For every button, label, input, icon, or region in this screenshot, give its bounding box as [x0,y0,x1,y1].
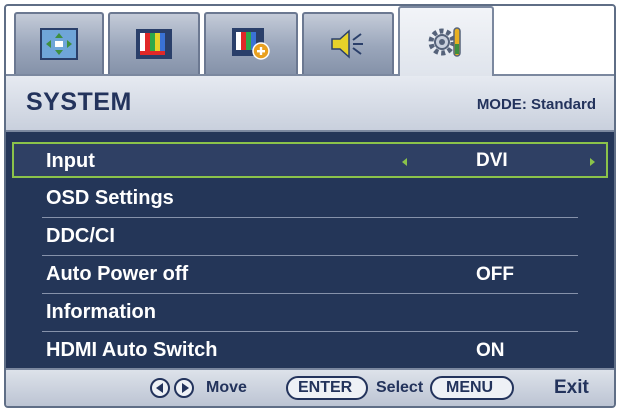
menu-item-label: DDC/CI [46,225,115,247]
header-bar: SYSTEM MODE: Standard [6,74,614,132]
menu-item-input[interactable]: Input DVI [12,142,608,178]
speaker-audio-icon [331,29,363,59]
footer-bar: Move ENTER Select MENU Exit [6,368,614,406]
picture-bars-icon [136,29,172,59]
menu-button[interactable]: MENU [430,376,514,400]
chevron-left-icon [155,383,163,393]
menu-item-label: Information [46,301,156,323]
footer-select-label: Select [376,379,424,396]
arrow-left-icon [402,158,407,166]
menu-item-value: ON [476,340,505,361]
nav-left-button[interactable] [150,378,170,398]
menu-label: MENU [446,379,494,396]
system-gear-wrench-icon [428,27,461,57]
enter-label: ENTER [298,379,353,396]
footer-move-label: Move [206,379,247,396]
tab-audio[interactable] [302,12,394,74]
menu-item-label: OSD Settings [46,187,174,209]
menu-item-ddc-ci[interactable]: DDC/CI [6,218,614,256]
chevron-right-icon [181,383,189,393]
menu-item-label: HDMI Auto Switch [46,339,218,361]
tab-picture-advanced[interactable] [204,12,298,74]
mode-indicator: MODE: Standard [476,96,596,113]
tab-picture[interactable] [108,12,200,74]
menu-item-label: Auto Power off [46,263,189,285]
menu-item-information[interactable]: Information [6,294,614,332]
enter-button[interactable]: ENTER [286,376,368,400]
menu-item-label: Input [46,150,95,172]
picture-advanced-icon [232,28,270,60]
tab-system[interactable] [398,6,494,76]
page-title: SYSTEM [26,88,132,116]
menu-list: Input DVI OSD Settings DDC/CI Auto Power… [6,132,614,368]
menu-item-osd-settings[interactable]: OSD Settings [6,180,614,218]
nav-right-button[interactable] [174,378,194,398]
footer-exit-label[interactable]: Exit [554,377,589,399]
menu-item-hdmi-auto-switch[interactable]: HDMI Auto Switch ON [6,332,614,370]
menu-item-value: OFF [476,264,514,285]
menu-item-auto-power-off[interactable]: Auto Power off OFF [6,256,614,294]
display-position-icon [40,28,78,60]
arrow-right-icon [590,158,595,166]
tab-strip [6,6,614,76]
menu-item-value: DVI [476,150,508,171]
osd-window: SYSTEM MODE: Standard Input DVI OSD Sett… [4,4,616,408]
tab-display[interactable] [14,12,104,74]
